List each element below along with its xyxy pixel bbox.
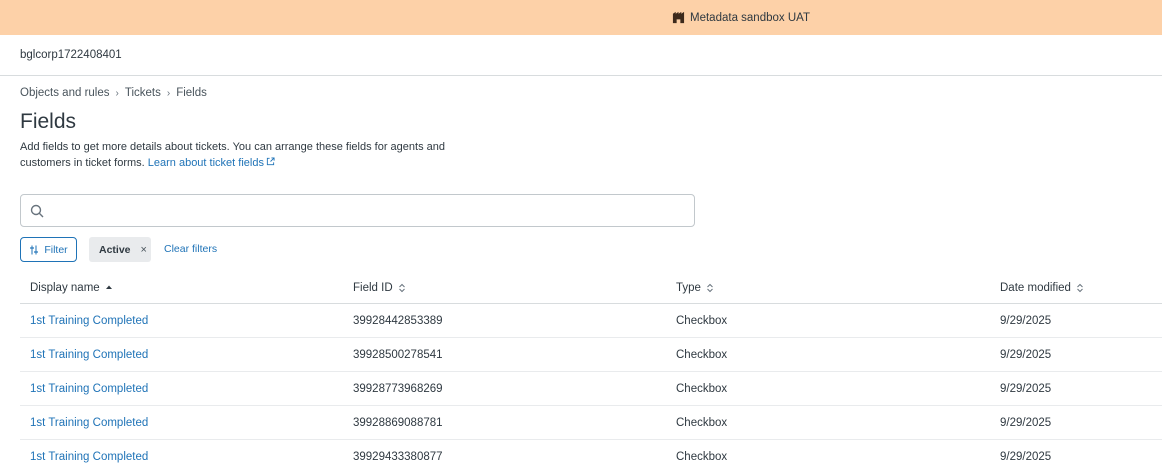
date-modified-cell: 9/29/2025 [1000, 382, 1052, 395]
breadcrumb-item-objects-and-rules[interactable]: Objects and rules [20, 87, 110, 99]
active-filter-label: Active [99, 243, 131, 256]
column-header-label: Field ID [353, 281, 393, 294]
clear-filters-link[interactable]: Clear filters [164, 243, 217, 255]
table-row[interactable]: 1st Training Completed 39928773968269 Ch… [20, 372, 1162, 406]
column-header-field-id[interactable]: Field ID [353, 282, 406, 294]
field-id-cell: 39928773968269 [353, 382, 443, 395]
breadcrumb-item-fields: Fields [176, 87, 207, 99]
account-bar: bglcorp1722408401 [0, 35, 1162, 76]
search-input[interactable] [50, 196, 694, 225]
field-name-link[interactable]: 1st Training Completed [30, 315, 148, 327]
table-row[interactable]: 1st Training Completed 39928442853389 Ch… [20, 304, 1162, 338]
field-id-cell: 39928500278541 [353, 348, 443, 361]
field-name-link[interactable]: 1st Training Completed [30, 451, 148, 463]
column-header-label: Display name [30, 281, 100, 294]
filter-button-label: Filter [44, 243, 68, 256]
page-title: Fields [20, 110, 77, 133]
column-header-type[interactable]: Type [676, 282, 714, 294]
field-name-link[interactable]: 1st Training Completed [30, 349, 148, 361]
external-link-icon [266, 157, 275, 166]
date-modified-cell: 9/29/2025 [1000, 416, 1052, 429]
table-header: Display name Field ID Type Date modified [20, 272, 1162, 304]
field-id-cell: 39928869088781 [353, 416, 443, 429]
date-modified-cell: 9/29/2025 [1000, 450, 1052, 463]
sandbox-label: Metadata sandbox UAT [690, 11, 810, 24]
field-type-cell: Checkbox [676, 382, 728, 395]
date-modified-cell: 9/29/2025 [1000, 314, 1052, 327]
sort-ascending-icon [105, 285, 112, 289]
page-description: Add fields to get more details about tic… [20, 139, 480, 171]
breadcrumb: Objects and rules › Tickets › Fields [20, 87, 207, 99]
search-icon [30, 204, 44, 217]
fields-table: Display name Field ID Type Date modified… [20, 272, 1162, 471]
active-filter-chip: Active × [89, 237, 151, 262]
table-row[interactable]: 1st Training Completed 39928869088781 Ch… [20, 406, 1162, 440]
table-row[interactable]: 1st Training Completed 39928500278541 Ch… [20, 338, 1162, 372]
chevron-right-icon: › [115, 87, 119, 99]
sort-icon [1077, 283, 1083, 292]
filter-sliders-icon [30, 245, 39, 254]
sandbox-label-group: Metadata sandbox UAT [672, 11, 810, 24]
breadcrumb-item-tickets[interactable]: Tickets [125, 87, 161, 99]
date-modified-cell: 9/29/2025 [1000, 348, 1052, 361]
field-name-link[interactable]: 1st Training Completed [30, 383, 148, 395]
building-icon [672, 11, 685, 24]
field-type-cell: Checkbox [676, 416, 728, 429]
column-header-label: Type [676, 281, 701, 294]
field-type-cell: Checkbox [676, 348, 728, 361]
field-id-cell: 39928442853389 [353, 314, 443, 327]
filter-button[interactable]: Filter [20, 237, 77, 262]
column-header-label: Date modified [1000, 281, 1071, 294]
table-row[interactable]: 1st Training Completed 39929433380877 Ch… [20, 440, 1162, 471]
learn-more-link-label: Learn about ticket fields [147, 157, 264, 169]
column-header-display-name[interactable]: Display name [30, 282, 113, 294]
chevron-right-icon: › [166, 87, 171, 99]
column-header-date-modified[interactable]: Date modified [1000, 282, 1084, 294]
field-type-cell: Checkbox [676, 450, 728, 463]
sort-icon [398, 283, 405, 292]
search-box[interactable] [20, 194, 695, 227]
sort-icon [707, 283, 713, 292]
sandbox-banner: Metadata sandbox UAT [0, 0, 1162, 35]
field-name-link[interactable]: 1st Training Completed [30, 417, 148, 429]
account-name[interactable]: bglcorp1722408401 [20, 49, 122, 61]
remove-filter-icon[interactable]: × [141, 244, 147, 256]
learn-more-link[interactable]: Learn about ticket fields [148, 157, 275, 169]
field-type-cell: Checkbox [676, 314, 728, 327]
field-id-cell: 39929433380877 [353, 450, 443, 463]
